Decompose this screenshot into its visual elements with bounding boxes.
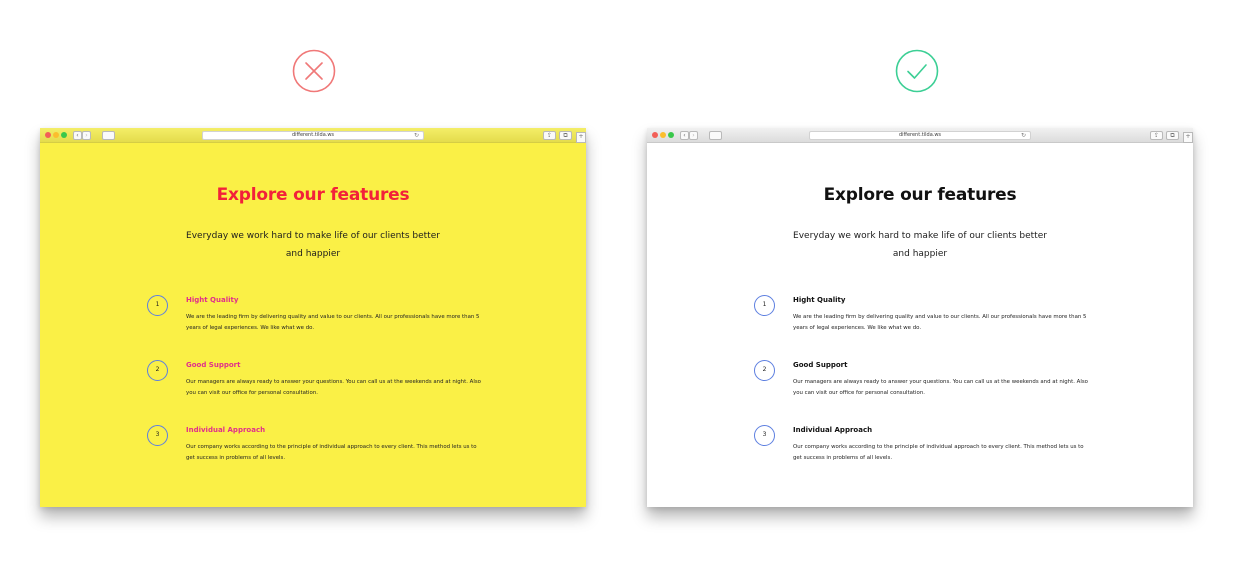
close-window-icon[interactable] <box>652 132 658 138</box>
feature-title: Good Support <box>793 361 848 369</box>
zoom-window-icon[interactable] <box>668 132 674 138</box>
feature-description: We are the leading firm by delivering qu… <box>793 314 1087 331</box>
feature-number-badge: 3 <box>147 425 168 446</box>
back-button[interactable]: ‹ <box>680 131 689 140</box>
feature-title: Individual Approach <box>793 426 873 434</box>
browser-titlebar: ‹ › different.tilda.ws ↻ ⇪ ⧉ + <box>40 128 586 143</box>
sidebar-toggle-icon[interactable] <box>709 131 722 140</box>
minimize-window-icon[interactable] <box>53 132 59 138</box>
feature-title: Good Support <box>186 361 241 369</box>
feature-number-badge: 2 <box>754 360 775 381</box>
sidebar-toggle-icon[interactable] <box>102 131 115 140</box>
feature-description: We are the leading firm by delivering qu… <box>186 314 480 331</box>
share-icon[interactable]: ⇪ <box>1150 131 1163 140</box>
tabs-icon[interactable]: ⧉ <box>559 131 572 140</box>
feature-number-badge: 3 <box>754 425 775 446</box>
address-bar[interactable]: different.tilda.ws ↻ <box>202 131 424 140</box>
feature-number-badge: 1 <box>754 295 775 316</box>
zoom-window-icon[interactable] <box>61 132 67 138</box>
close-window-icon[interactable] <box>45 132 51 138</box>
reload-icon[interactable]: ↻ <box>1021 132 1026 139</box>
page-title: Explore our features <box>823 185 1017 205</box>
forward-button[interactable]: › <box>689 131 698 140</box>
page-subtitle: Everyday we work hard to make life of ou… <box>793 231 1047 259</box>
browser-titlebar: ‹ › different.tilda.ws ↻ ⇪ ⧉ + <box>647 128 1193 143</box>
feature-number-badge: 2 <box>147 360 168 381</box>
forward-button[interactable]: › <box>82 131 91 140</box>
check-icon <box>895 49 939 93</box>
page-title: Explore our features <box>216 185 410 205</box>
feature-title: Hight Quality <box>186 296 239 304</box>
back-button[interactable]: ‹ <box>73 131 82 140</box>
feature-number-badge: 1 <box>147 295 168 316</box>
tabs-icon[interactable]: ⧉ <box>1166 131 1179 140</box>
browser-window-bad-example: ‹ › different.tilda.ws ↻ ⇪ ⧉ + Explore o… <box>40 128 586 507</box>
feature-description: Our company works according to the princ… <box>186 444 477 461</box>
reload-icon[interactable]: ↻ <box>414 132 419 139</box>
feature-description: Our company works according to the princ… <box>793 444 1084 461</box>
page-content: Explore our features Everyday we work ha… <box>647 143 1193 507</box>
page-content: Explore our features Everyday we work ha… <box>40 143 586 507</box>
page-subtitle: Everyday we work hard to make life of ou… <box>186 231 440 259</box>
share-icon[interactable]: ⇪ <box>543 131 556 140</box>
new-tab-button[interactable]: + <box>576 132 586 143</box>
feature-title: Hight Quality <box>793 296 846 304</box>
address-bar[interactable]: different.tilda.ws ↻ <box>809 131 1031 140</box>
feature-description: Our managers are always ready to answer … <box>793 379 1088 396</box>
browser-window-good-example: ‹ › different.tilda.ws ↻ ⇪ ⧉ + Explore o… <box>647 128 1193 507</box>
feature-title: Individual Approach <box>186 426 266 434</box>
feature-description: Our managers are always ready to answer … <box>186 379 481 396</box>
new-tab-button[interactable]: + <box>1183 132 1193 143</box>
minimize-window-icon[interactable] <box>660 132 666 138</box>
address-bar-url: different.tilda.ws <box>291 132 335 138</box>
cross-icon <box>292 49 336 93</box>
address-bar-url: different.tilda.ws <box>898 132 942 138</box>
